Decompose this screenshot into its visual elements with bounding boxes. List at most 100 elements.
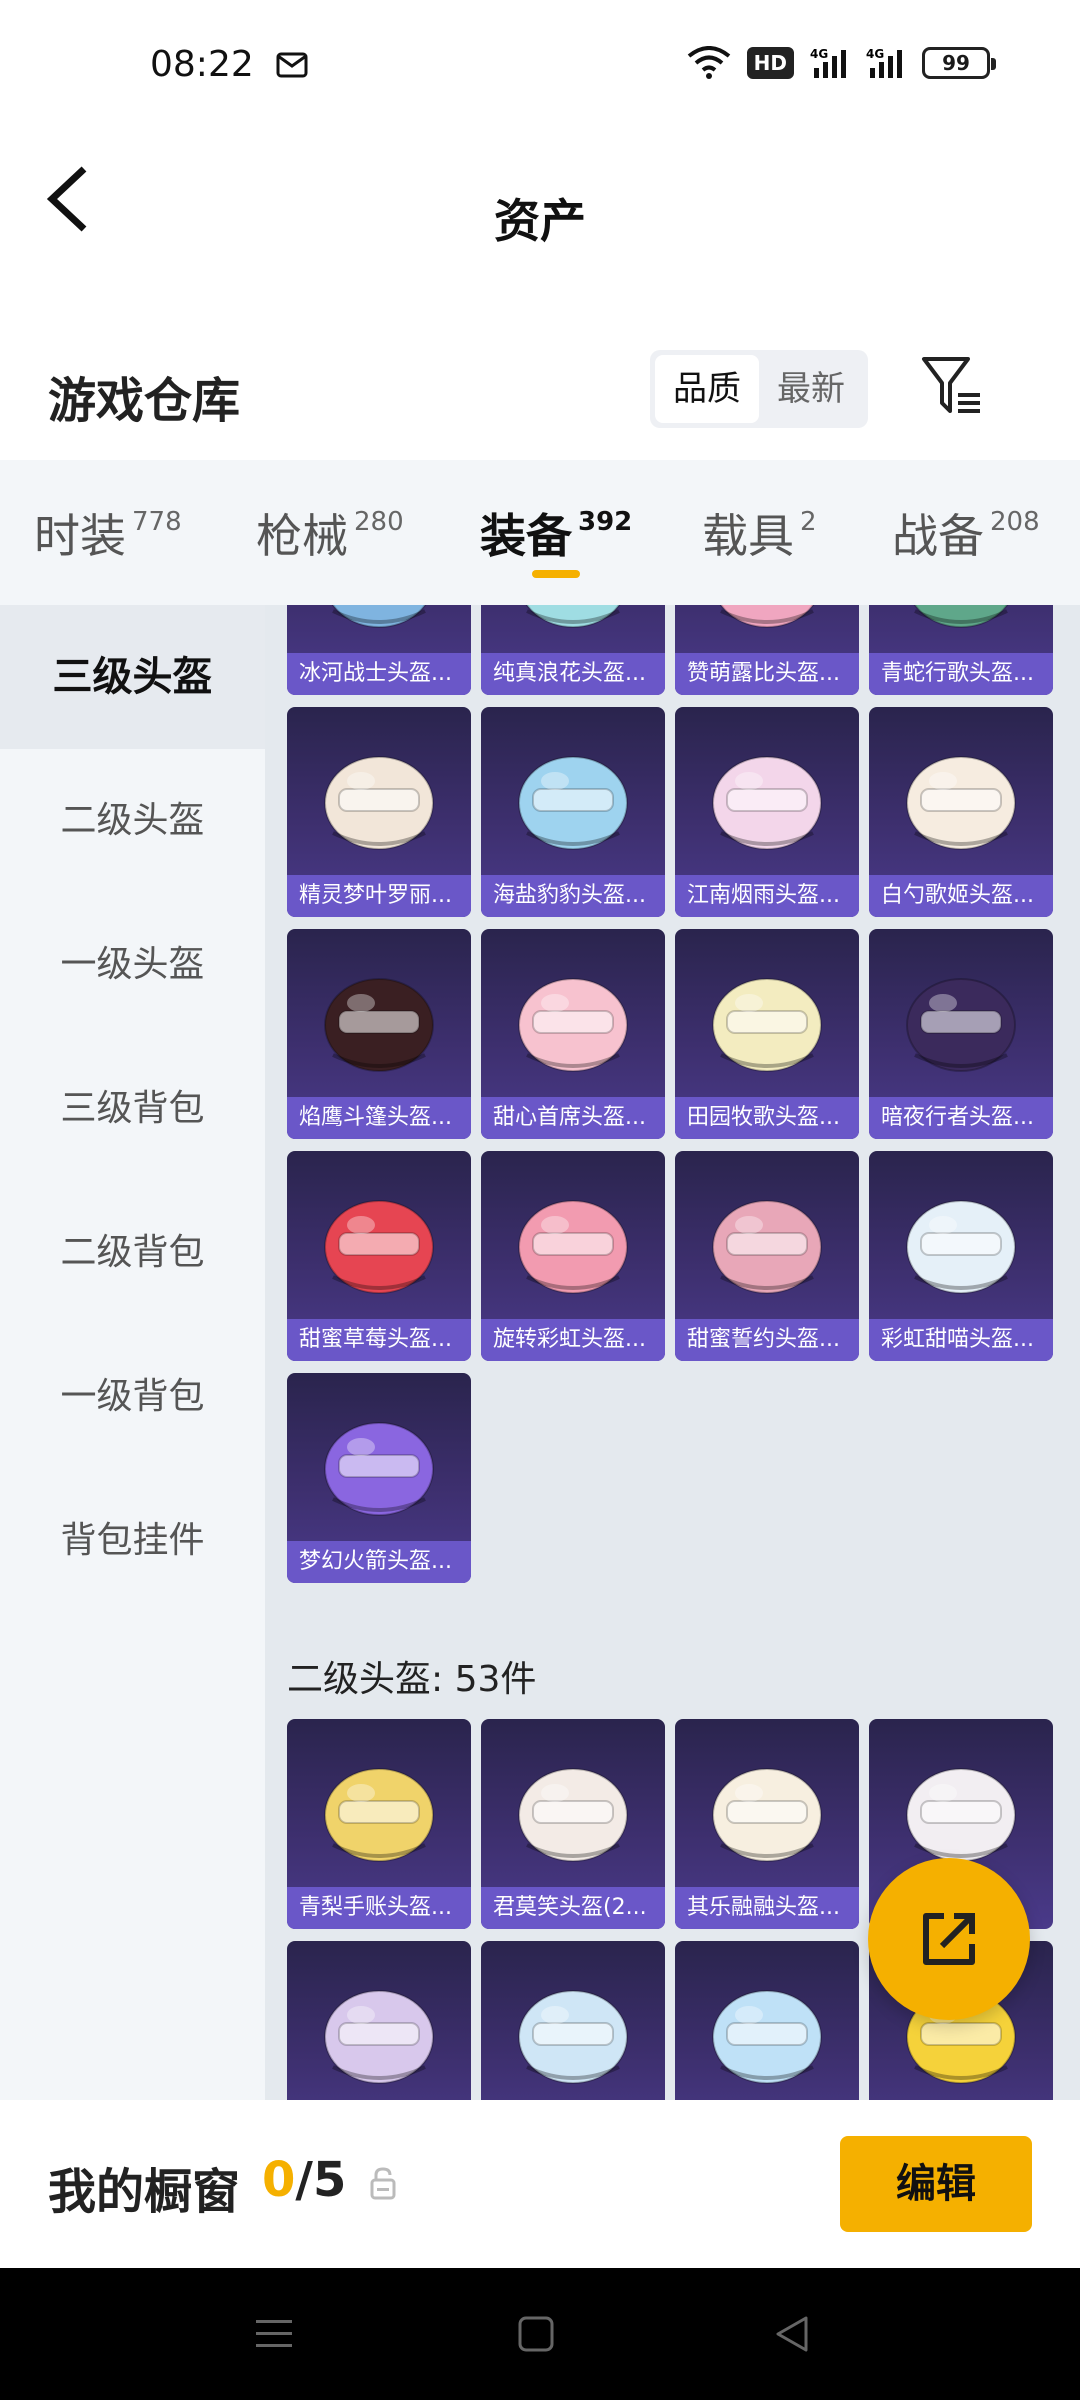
sort-quality-button[interactable]: 品质 xyxy=(655,355,759,423)
item-card[interactable]: 精灵梦叶罗丽... xyxy=(287,707,471,917)
signal-icon-2: 4G xyxy=(866,47,902,78)
sidebar-item-backpack-charm[interactable]: 背包挂件 xyxy=(0,1469,265,1613)
category-tabs: 时装 778 枪械 280 装备 392 载具 2 战备 208 xyxy=(0,460,1080,605)
item-card[interactable] xyxy=(287,1941,471,2100)
item-card-label: 甜蜜誓约头盔... xyxy=(675,1319,859,1361)
item-card[interactable]: 江南烟雨头盔... xyxy=(675,707,859,917)
item-card[interactable]: 海盐豹豹头盔... xyxy=(481,707,665,917)
tab-gear[interactable]: 战备 208 xyxy=(892,500,1040,566)
item-card[interactable]: 焰鹰斗篷头盔... xyxy=(287,929,471,1139)
item-card[interactable]: 白勺歌姬头盔... xyxy=(869,707,1053,917)
item-card[interactable] xyxy=(675,1941,859,2100)
tab-label: 枪械 xyxy=(256,509,348,563)
item-card-label: 青梨手账头盔... xyxy=(287,1887,471,1929)
helmet-icon xyxy=(906,756,1016,850)
item-card[interactable]: 暗夜行者头盔... xyxy=(869,929,1053,1139)
sidebar-item-level1-helmet[interactable]: 一级头盔 xyxy=(0,893,265,1037)
sidebar-item-level1-backpack[interactable]: 一级背包 xyxy=(0,1325,265,1469)
svg-text:4G: 4G xyxy=(810,47,828,61)
home-icon[interactable] xyxy=(512,2310,560,2358)
helmet-icon xyxy=(712,756,822,850)
warehouse-header: 游戏仓库 品质 最新 xyxy=(0,335,1080,460)
tab-count: 2 xyxy=(800,507,817,537)
helmet-icon xyxy=(712,1768,822,1862)
item-card-label: 焰鹰斗篷头盔... xyxy=(287,1097,471,1139)
item-card-label: 旋转彩虹头盔... xyxy=(481,1319,665,1361)
edit-button[interactable]: 编辑 xyxy=(840,2136,1032,2232)
wifi-icon xyxy=(687,46,730,79)
helmet-icon xyxy=(906,978,1016,1072)
sidebar-item-level2-helmet[interactable]: 二级头盔 xyxy=(0,749,265,893)
item-card[interactable]: 君莫笑头盔(2... xyxy=(481,1719,665,1929)
item-card[interactable]: 冰河战士头盔... xyxy=(287,605,471,695)
helmet-icon xyxy=(518,756,628,850)
message-icon xyxy=(276,52,308,78)
helmet-icon xyxy=(712,1990,822,2084)
showcase-count: 0/5 xyxy=(262,2152,346,2208)
tab-weapons[interactable]: 枪械 280 xyxy=(256,500,404,566)
menu-icon[interactable] xyxy=(250,2310,298,2358)
item-card[interactable] xyxy=(481,1941,665,2100)
helmet-icon xyxy=(906,1768,1016,1862)
item-card-label: 冰河战士头盔... xyxy=(287,653,471,695)
helmet-icon xyxy=(712,978,822,1072)
sidebar-item-level2-backpack[interactable]: 二级背包 xyxy=(0,1181,265,1325)
item-card[interactable]: 彩虹甜喵头盔... xyxy=(869,1151,1053,1361)
battery-icon: 99 xyxy=(922,47,996,79)
item-card[interactable]: 梦幻火箭头盔... xyxy=(287,1373,471,1583)
tab-equipment[interactable]: 装备 392 xyxy=(480,500,632,566)
item-card[interactable]: 甜蜜草莓头盔... xyxy=(287,1151,471,1361)
status-bar: 08:22 HD 4G 4G 99 xyxy=(0,0,1080,135)
system-nav-bar xyxy=(0,2268,1080,2400)
item-card[interactable]: 甜心首席头盔... xyxy=(481,929,665,1139)
item-card[interactable]: 其乐融融头盔... xyxy=(675,1719,859,1929)
back-nav-icon[interactable] xyxy=(768,2310,816,2358)
helmet-icon xyxy=(518,1768,628,1862)
tab-fashion[interactable]: 时装 778 xyxy=(34,500,182,566)
showcase-separator: / xyxy=(295,2152,313,2208)
item-card-label: 精灵梦叶罗丽... xyxy=(287,875,471,917)
tab-count: 392 xyxy=(578,507,633,537)
helmet-icon xyxy=(518,1200,628,1294)
helmet-icon xyxy=(906,1200,1016,1294)
share-button[interactable] xyxy=(868,1858,1030,2020)
item-card-label: 田园牧歌头盔... xyxy=(675,1097,859,1139)
item-card[interactable]: 赞萌露比头盔... xyxy=(675,605,859,695)
item-card[interactable]: 甜蜜誓约头盔... xyxy=(675,1151,859,1361)
lock-icon xyxy=(370,2167,396,2200)
sort-toggle: 品质 最新 xyxy=(650,350,868,428)
item-card-label: 甜蜜草莓头盔... xyxy=(287,1319,471,1361)
tab-active-indicator xyxy=(532,570,580,578)
sidebar-item-level3-backpack[interactable]: 三级背包 xyxy=(0,1037,265,1181)
item-card-label: 赞萌露比头盔... xyxy=(675,653,859,695)
subsection-level2-helmet: 二级头盔: 53件 xyxy=(287,1659,537,1700)
item-card-label: 甜心首席头盔... xyxy=(481,1097,665,1139)
tab-label: 战备 xyxy=(892,509,984,563)
item-card[interactable]: 旋转彩虹头盔... xyxy=(481,1151,665,1361)
showcase-current: 0 xyxy=(262,2152,296,2208)
tab-count: 208 xyxy=(990,507,1040,537)
helmet-icon xyxy=(324,1200,434,1294)
status-icons: HD 4G 4G 99 xyxy=(687,46,996,80)
item-card-label: 彩虹甜喵头盔... xyxy=(869,1319,1053,1361)
sidebar-item-level3-helmet[interactable]: 三级头盔 xyxy=(0,605,265,749)
tab-label: 装备 xyxy=(480,509,572,563)
item-card[interactable]: 田园牧歌头盔... xyxy=(675,929,859,1139)
item-card[interactable]: 纯真浪花头盔... xyxy=(481,605,665,695)
share-icon xyxy=(923,1913,975,1965)
item-card[interactable]: 青梨手账头盔... xyxy=(287,1719,471,1929)
tab-count: 778 xyxy=(132,507,182,537)
helmet-icon xyxy=(913,605,1009,628)
sort-newest-button[interactable]: 最新 xyxy=(759,355,863,423)
item-card-label: 暗夜行者头盔... xyxy=(869,1097,1053,1139)
filter-icon[interactable] xyxy=(920,355,984,417)
item-card[interactable]: 青蛇行歌头盔... xyxy=(869,605,1053,695)
tab-vehicles[interactable]: 载具 2 xyxy=(702,500,817,566)
helmet-icon xyxy=(518,1990,628,2084)
showcase-total: 5 xyxy=(312,2152,347,2208)
status-time: 08:22 xyxy=(150,44,254,85)
item-card-label: 白勺歌姬头盔... xyxy=(869,875,1053,917)
helmet-icon xyxy=(525,605,621,628)
helmet-icon xyxy=(331,605,427,628)
helmet-icon xyxy=(324,1990,434,2084)
